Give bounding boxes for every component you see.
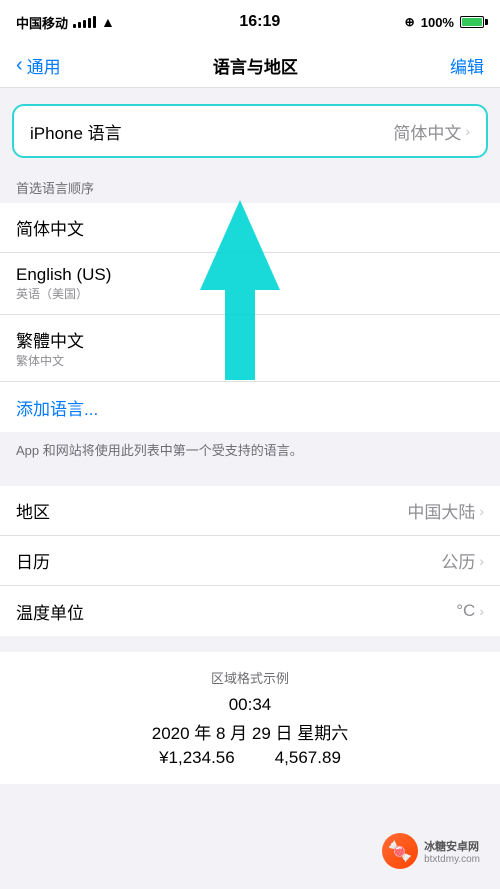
list-item[interactable]: English (US) 英语（美国） [0,253,500,315]
battery-icon [460,16,484,28]
calendar-value: 公历 [441,548,475,573]
iphone-language-chevron-icon: › [465,123,470,139]
navigation-bar: ‹ 通用 语言与地区 编辑 [0,44,500,88]
format-number-2: 4,567.89 [275,748,341,768]
calendar-row[interactable]: 日历 公历 › [0,536,500,586]
iphone-language-row[interactable]: iPhone 语言 简体中文 › [14,106,486,156]
language-main-label: 简体中文 [16,215,84,240]
iphone-language-value: 简体中文 [393,119,461,144]
watermark-url: btxtdmy.com [424,854,480,865]
add-language-row[interactable]: 添加语言... [0,382,500,432]
temperature-chevron-icon: › [479,603,484,619]
status-bar: 中国移动 ▲ 16:19 ⊕ 100% [0,0,500,44]
calendar-label: 日历 [16,548,50,573]
watermark-text: 冰糖安卓网 btxtdmy.com [424,838,480,865]
list-item[interactable]: 繁體中文 繁体中文 [0,315,500,382]
language-item-english-us: English (US) 英语（美国） [16,265,111,302]
signal-icon [73,16,96,28]
status-left: 中国移动 ▲ [16,13,115,32]
add-language-link[interactable]: 添加语言... [16,395,98,420]
charging-icon: ⊕ [405,15,415,29]
region-section: 地区 中国大陆 › 日历 公历 › 温度单位 °C › [0,486,500,636]
page-title: 语言与地区 [213,53,298,78]
language-main-label: English (US) [16,265,111,285]
back-label: 通用 [27,53,61,78]
status-right: ⊕ 100% [405,15,484,30]
back-chevron-icon: ‹ [16,54,23,77]
language-item-traditional-chinese: 繁體中文 繁体中文 [16,327,84,369]
watermark: 🍬 冰糖安卓网 btxtdmy.com [382,833,480,869]
language-sub-label: 繁体中文 [16,352,84,369]
list-item[interactable]: 简体中文 [0,203,500,253]
carrier-label: 中国移动 [16,13,68,32]
region-chevron-icon: › [479,503,484,519]
temperature-value: °C [456,601,475,621]
format-example-section: 区域格式示例 00:34 2020 年 8 月 29 日 星期六 ¥1,234.… [0,652,500,784]
back-button[interactable]: ‹ 通用 [16,53,61,78]
info-text: App 和网站将使用此列表中第一个受支持的语言。 [0,432,500,470]
status-time: 16:19 [239,13,280,31]
iphone-language-value-container: 简体中文 › [393,119,470,144]
language-item-simplified-chinese: 简体中文 [16,215,84,240]
language-sub-label: 英语（美国） [16,285,111,302]
language-list-section: 简体中文 English (US) 英语（美国） 繁體中文 繁体中文 添加语言.… [0,203,500,432]
format-number-1: ¥1,234.56 [159,748,235,768]
iphone-language-label: iPhone 语言 [30,119,122,144]
temperature-row[interactable]: 温度单位 °C › [0,586,500,636]
edit-button[interactable]: 编辑 [450,53,484,78]
temperature-label: 温度单位 [16,599,84,624]
preferred-languages-header: 首选语言顺序 [0,170,500,203]
region-value-container: 中国大陆 › [407,498,484,523]
calendar-chevron-icon: › [479,553,484,569]
wifi-icon: ▲ [101,14,115,30]
temperature-value-container: °C › [456,601,484,621]
format-time: 00:34 [16,695,484,715]
iphone-language-section[interactable]: iPhone 语言 简体中文 › [12,104,488,158]
format-example-title: 区域格式示例 [16,668,484,687]
watermark-icon: 🍬 [382,833,418,869]
watermark-site: 冰糖安卓网 [424,838,480,854]
region-row[interactable]: 地区 中国大陆 › [0,486,500,536]
battery-percent: 100% [421,15,454,30]
calendar-value-container: 公历 › [441,548,484,573]
region-value: 中国大陆 [407,498,475,523]
format-date: 2020 年 8 月 29 日 星期六 [16,719,484,744]
language-main-label: 繁體中文 [16,327,84,352]
region-label: 地区 [16,498,50,523]
format-numbers: ¥1,234.56 4,567.89 [16,748,484,768]
